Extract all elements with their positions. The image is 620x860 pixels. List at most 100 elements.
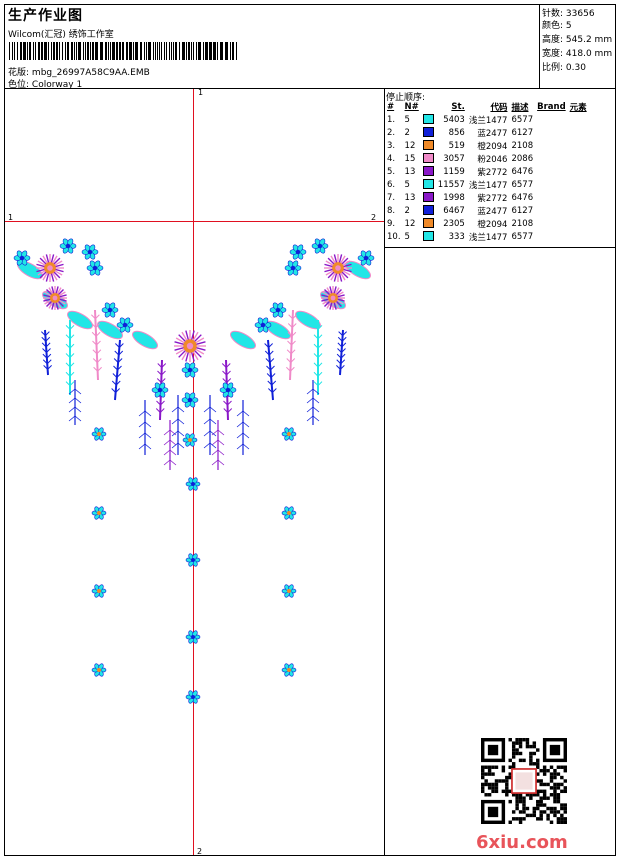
qr-module [556, 786, 561, 790]
branch-twig [306, 397, 314, 404]
branch-twig [211, 429, 219, 436]
row-desc: 2108 [511, 140, 534, 151]
branch-twig [169, 449, 177, 456]
branch-twig [138, 410, 146, 417]
flower-motif [181, 392, 199, 408]
row-element [568, 178, 589, 191]
qr-module [515, 751, 519, 756]
branch-motif [163, 420, 177, 470]
qr-module [553, 768, 557, 773]
qr-module [515, 803, 519, 807]
branch-twig [211, 449, 219, 456]
stat-width: 宽度: 418.0 mm [542, 49, 613, 59]
branch-twig [68, 415, 76, 422]
branch-twig [138, 432, 146, 439]
flower-center [191, 482, 195, 486]
row-needle: 13 [404, 192, 416, 203]
row-element [568, 113, 589, 126]
barcode-bar [225, 42, 228, 60]
qr-module [539, 796, 543, 800]
row-stitches: 856 [448, 127, 465, 138]
flower-motif [81, 244, 99, 260]
branch-twig [144, 421, 152, 428]
sun-inner [330, 295, 336, 301]
row-needle: 5 [404, 231, 410, 242]
qr-module [487, 786, 492, 790]
qr-module [505, 782, 509, 787]
watermark: 6xiu.com [476, 832, 568, 853]
barcode-bar [159, 42, 160, 60]
branch-twig [217, 459, 225, 466]
flower-center [107, 307, 113, 313]
branch-twig [217, 429, 225, 436]
row-desc: 6476 [511, 166, 534, 177]
row-index: 10. [387, 231, 401, 242]
flower-center [97, 511, 101, 515]
row-swatch [421, 204, 436, 217]
branch-twig [171, 406, 179, 413]
branch-twig [163, 439, 171, 446]
qr-module [484, 793, 488, 797]
qr-module [539, 768, 543, 773]
qr-module [529, 744, 533, 749]
qr-module [481, 775, 485, 780]
stop-sequence-panel: 停止顺序: # N# St. 代码 描述 Brand 元素 1. 5 5403 浅兰1… [385, 89, 615, 247]
qr-module [563, 820, 567, 824]
qr-module [556, 820, 561, 824]
qr-module [532, 741, 537, 745]
qr-module [487, 768, 492, 773]
row-brand [535, 113, 568, 126]
row-swatch [421, 230, 436, 243]
barcode-bar [90, 42, 91, 60]
qr-module [518, 820, 523, 824]
flower-motif [59, 238, 77, 254]
row-swatch [421, 152, 436, 165]
barcode-bar [205, 42, 208, 60]
barcode-bar [85, 42, 86, 60]
col-desc: 描述 [511, 103, 529, 113]
branch-twig [177, 430, 185, 437]
branch-twig [74, 388, 82, 395]
qr-module [522, 738, 526, 742]
flower-motif [101, 302, 119, 318]
flower-center [191, 558, 195, 562]
branch-twig [242, 443, 250, 450]
branch-twig [217, 439, 225, 446]
flower-center [287, 589, 291, 593]
qr-module [532, 744, 537, 749]
barcode-bar [236, 42, 237, 60]
col-needle: N# [404, 102, 419, 112]
row-code: 紫2772 [477, 193, 508, 204]
row-element [568, 126, 589, 139]
qr-module [525, 738, 530, 742]
qr-module [505, 789, 509, 794]
branch-twig [236, 410, 244, 417]
row-desc: 6476 [511, 192, 534, 203]
row-stitches: 5403 [443, 114, 465, 125]
barcode-bar [29, 42, 31, 60]
barcode-bar [119, 42, 121, 60]
barcode-bar [65, 42, 66, 60]
row-stitches: 333 [448, 231, 465, 242]
qr-module [556, 810, 561, 814]
qr-module [539, 799, 543, 804]
row-desc: 6127 [511, 127, 534, 138]
qr-module [522, 796, 526, 800]
qr-code [481, 738, 567, 824]
table-row: 8. 2 6467 蓝2477 6127 [385, 204, 589, 217]
qr-module [498, 779, 502, 783]
qr-module [481, 789, 485, 794]
branch-twig [312, 397, 320, 404]
col-index: # [387, 102, 395, 112]
flower-center [275, 307, 281, 313]
branch-twig [242, 432, 250, 439]
barcode-bar [164, 42, 165, 60]
qr-module [508, 738, 512, 742]
branch-twig [203, 406, 211, 413]
barcode-bar [35, 42, 36, 60]
barcode-bar [209, 42, 212, 60]
barcode-bar [38, 42, 40, 60]
qr-module [532, 751, 537, 756]
qr-module [556, 817, 561, 821]
flower-center [65, 243, 71, 249]
